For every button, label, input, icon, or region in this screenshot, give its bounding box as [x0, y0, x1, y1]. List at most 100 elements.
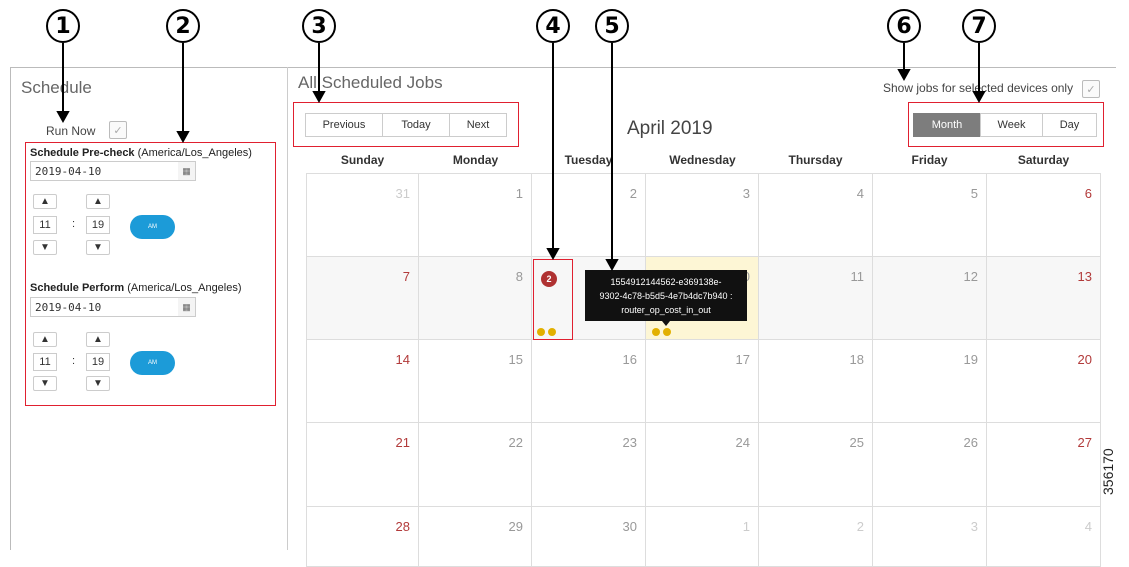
jobs-title: All Scheduled Jobs: [298, 73, 443, 92]
precheck-ampm-toggle[interactable]: AM: [130, 215, 175, 239]
perform-hour-down-icon[interactable]: ▼: [33, 376, 57, 391]
calendar-day-cell[interactable]: 8: [419, 257, 532, 340]
calendar-day-number: 1: [742, 519, 750, 534]
calendar-day-cell[interactable]: 13: [987, 257, 1101, 340]
calendar-day-number: 29: [508, 519, 523, 534]
calendar-day-cell[interactable]: 15: [419, 340, 532, 423]
calendar-day-number: 3: [970, 519, 978, 534]
tooltip-arrow-icon: [662, 321, 670, 326]
week-view-button[interactable]: Week: [980, 113, 1043, 137]
month-title: April 2019: [627, 118, 713, 139]
perform-hour-up-icon[interactable]: ▲: [33, 332, 57, 347]
calendar-day-cell[interactable]: 29: [419, 507, 532, 567]
calendar-day-number: 28: [395, 519, 410, 534]
next-button[interactable]: Next: [449, 113, 507, 137]
calendar-day-cell[interactable]: 31: [306, 173, 419, 257]
calendar-day-cell[interactable]: 25: [759, 423, 873, 507]
callout-5: 5: [595, 9, 629, 43]
precheck-minute-field[interactable]: 19: [86, 216, 110, 234]
calendar-day-cell[interactable]: 20: [987, 340, 1101, 423]
weekday-monday: Monday: [452, 153, 499, 167]
precheck-minute-up-icon[interactable]: ▲: [86, 194, 110, 209]
job-dot[interactable]: [663, 328, 671, 336]
calendar-day-cell[interactable]: 4: [759, 173, 873, 257]
calendar-day-cell[interactable]: 26: [873, 423, 987, 507]
calendar-day-number: 30: [622, 519, 637, 534]
calendar-day-number: 21: [395, 435, 410, 450]
calendar-day-number: 18: [849, 352, 864, 367]
calendar-day-cell[interactable]: 30: [532, 507, 646, 567]
calendar-day-number: 25: [849, 435, 864, 450]
panel-divider: [287, 67, 288, 550]
show-selected-checkbox[interactable]: ✓: [1082, 80, 1100, 98]
precheck-hour-down-icon[interactable]: ▼: [33, 240, 57, 255]
precheck-label: Schedule Pre-check (America/Los_Angeles): [30, 147, 252, 159]
calendar-day-number: 1: [515, 186, 523, 201]
calendar-day-cell[interactable]: 27: [987, 423, 1101, 507]
calendar-day-cell[interactable]: 16: [532, 340, 646, 423]
calendar-day-cell[interactable]: 17: [646, 340, 759, 423]
calendar-day-cell[interactable]: 2: [532, 173, 646, 257]
previous-button[interactable]: Previous: [305, 113, 383, 137]
today-button[interactable]: Today: [382, 113, 450, 137]
time-separator: :: [72, 355, 76, 367]
job-dot[interactable]: [652, 328, 660, 336]
calendar-day-cell[interactable]: 23: [532, 423, 646, 507]
day-view-button[interactable]: Day: [1042, 113, 1097, 137]
perform-minute-down-icon[interactable]: ▼: [86, 376, 110, 391]
calendar-day-number: 24: [735, 435, 750, 450]
perform-minute-up-icon[interactable]: ▲: [86, 332, 110, 347]
calendar-day-cell[interactable]: 14: [306, 340, 419, 423]
calendar-day-number: 26: [963, 435, 978, 450]
perform-ampm-toggle[interactable]: AM: [130, 351, 175, 375]
calendar-day-cell[interactable]: 24: [646, 423, 759, 507]
calendar-day-number: 14: [395, 352, 410, 367]
run-now-checkbox[interactable]: ✓: [109, 121, 127, 139]
calendar-day-number: 8: [515, 269, 523, 284]
calendar-day-cell[interactable]: 21: [306, 423, 419, 507]
calendar-day-number: 5: [970, 186, 978, 201]
calendar-day-number: 7: [402, 269, 410, 284]
calendar-day-cell[interactable]: 3: [873, 507, 987, 567]
perform-minute-field[interactable]: 19: [86, 353, 110, 371]
calendar-day-cell[interactable]: 4: [987, 507, 1101, 567]
perform-date-field[interactable]: 2019-04-10: [30, 297, 195, 317]
calendar-day-cell[interactable]: 12: [873, 257, 987, 340]
weekday-friday: Friday: [911, 153, 948, 167]
perform-calendar-icon[interactable]: ▦: [178, 297, 196, 317]
calendar-day-cell[interactable]: 1: [419, 173, 532, 257]
calendar-day-cell[interactable]: 18: [759, 340, 873, 423]
calendar-day-cell[interactable]: 3: [646, 173, 759, 257]
perform-hour-field[interactable]: 11: [33, 353, 57, 371]
weekday-thursday: Thursday: [788, 153, 843, 167]
calendar-day-cell[interactable]: 2: [759, 507, 873, 567]
view-button-group: Month Week Day: [913, 113, 1097, 137]
calendar-day-cell[interactable]: 28: [306, 507, 419, 567]
precheck-calendar-icon[interactable]: ▦: [178, 161, 196, 181]
calendar-day-cell[interactable]: 6: [987, 173, 1101, 257]
callout-6: 6: [887, 9, 921, 43]
schedule-title: Schedule: [21, 78, 92, 97]
callout-3: 3: [302, 9, 336, 43]
calendar-day-cell[interactable]: 7: [306, 257, 419, 340]
calendar-day-number: 11: [850, 269, 865, 284]
callout-7: 7: [962, 9, 996, 43]
callout-2: 2: [166, 9, 200, 43]
calendar-day-number: 31: [395, 186, 410, 201]
calendar-day-number: 27: [1077, 435, 1092, 450]
tooltip-line: 9302-4c78-b5d5-4e7b4dc7b940 :: [599, 291, 733, 301]
month-view-button[interactable]: Month: [913, 113, 981, 137]
precheck-minute-down-icon[interactable]: ▼: [86, 240, 110, 255]
calendar-day-cell[interactable]: 19: [873, 340, 987, 423]
precheck-date-field[interactable]: 2019-04-10: [30, 161, 195, 181]
calendar-day-cell[interactable]: 11: [759, 257, 873, 340]
precheck-hour-field[interactable]: 11: [33, 216, 57, 234]
calendar-day-number: 4: [1084, 519, 1092, 534]
time-separator: :: [72, 218, 76, 230]
precheck-hour-up-icon[interactable]: ▲: [33, 194, 57, 209]
calendar-day-cell[interactable]: 5: [873, 173, 987, 257]
callout-1: 1: [46, 9, 80, 43]
calendar-day-number: 4: [856, 186, 864, 201]
calendar-day-cell[interactable]: 1: [646, 507, 759, 567]
calendar-day-cell[interactable]: 22: [419, 423, 532, 507]
